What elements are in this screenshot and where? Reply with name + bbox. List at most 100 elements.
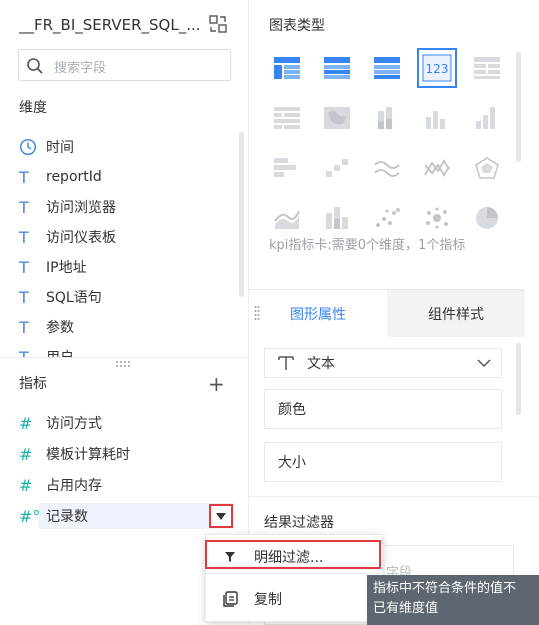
data-panel: __FR_BI_SERVER_SQL_... 搜索字段 维度 时间 T repo… [0,0,248,625]
metric-item[interactable]: # 访问方式 [19,412,102,434]
kpi-card-icon[interactable]: 123 [417,48,457,88]
horizontal-bar-icon[interactable] [267,148,307,188]
chart-type-hint: kpi指标卡:需要0个维度，1个指标 [269,238,466,253]
menu-divider [206,573,384,574]
search-placeholder: 搜索字段 [54,61,107,76]
dimension-label: 时间 [46,140,74,156]
copy-label: 复制 [254,592,282,608]
area-chart-icon[interactable] [267,198,307,238]
text-field-icon: T [19,227,29,247]
property-scrollbar[interactable] [516,343,521,415]
bubble-chart-icon[interactable] [417,198,457,238]
detail-table-icon[interactable] [367,48,407,88]
pie-chart-icon[interactable] [467,198,507,238]
caret-down-icon [216,513,226,520]
tab-component-style[interactable]: 组件样式 [387,290,525,338]
bar-chart-icon[interactable] [417,98,457,138]
scatter-step-icon[interactable] [317,148,357,188]
metric-label: 访问方式 [46,416,102,432]
dimensions-heading: 维度 [19,100,47,116]
field-search-input[interactable]: 搜索字段 [18,49,231,81]
clock-icon [19,136,41,158]
calculated-number-icon: #° [19,506,41,526]
column-chart-icon[interactable] [467,98,507,138]
metric-label: 模板计算耗时 [46,447,130,463]
search-icon [27,58,43,74]
mark-type-select[interactable]: 文本 [264,348,502,378]
dimension-item[interactable]: T reportId [19,166,102,188]
tooltip-line-1: 指标中不符合条件的值不 [373,581,517,596]
line-chart-icon[interactable] [367,148,407,188]
detail-filter-label: 明细过滤... [254,550,324,566]
grouped-table-icon[interactable] [267,98,307,138]
text-table-icon[interactable] [467,48,507,88]
metric-label: 占用内存 [46,478,102,494]
crosstab-chart-icon[interactable] [267,48,307,88]
dimension-item[interactable]: T 参数 [19,316,74,338]
chart-type-scrollbar[interactable] [516,52,521,162]
dimension-label: 访问仪表板 [46,230,116,246]
size-property-label: 大小 [278,455,306,471]
dimension-label: reportId [46,169,102,185]
dimension-label: 访问浏览器 [46,200,116,216]
metrics-heading: 指标 [19,376,47,392]
drag-handle-icon[interactable] [254,305,260,321]
map-chart-icon[interactable] [317,98,357,138]
detail-filter-menu-item[interactable]: 明细过滤... [206,541,384,573]
metric-item[interactable]: #° 记录数 [19,505,88,527]
metric-item[interactable]: # 占用内存 [19,474,102,496]
text-field-icon: T [19,167,29,187]
property-tabs: 图形属性 组件样式 [249,289,525,338]
switch-dataset-icon[interactable] [208,14,228,34]
number-field-icon: # [19,444,33,464]
color-property-label: 颜色 [278,402,306,418]
mark-type-label: 文本 [307,356,335,372]
dimension-label: 用户 [46,347,74,357]
text-field-icon: T [19,347,29,358]
scatter-chart-icon[interactable] [367,198,407,238]
dimension-label: IP地址 [46,260,87,276]
dimension-label: SQL语句 [46,290,102,306]
config-panel: 图表类型 123 kpi指标卡:需要0个维度，1个指标 图形属性 组件样式 文本… [248,0,539,625]
add-metric-icon[interactable]: + [208,372,225,396]
menu-tooltip: 指标中不符合条件的值不 已有维度值 [367,575,539,625]
section-divider [249,496,539,497]
tooltip-line-2: 已有维度值 [373,601,439,616]
radar-chart-icon[interactable] [467,148,507,188]
dimension-scrollbar[interactable] [239,132,244,297]
copy-menu-item[interactable]: 复制 [206,583,384,615]
panel-splitter[interactable] [0,357,248,358]
text-field-icon: T [19,317,29,337]
range-area-icon[interactable] [317,198,357,238]
dimension-list: 时间 T reportId T 访问浏览器 T 访问仪表板 T IP地址 T S… [0,132,236,357]
number-field-icon: # [19,475,33,495]
drag-handle-icon[interactable] [115,360,133,368]
field-dropdown-button[interactable] [209,504,233,528]
dimension-item[interactable]: T 用户 [19,346,74,358]
dimension-item[interactable]: T 访问浏览器 [19,196,116,218]
chart-type-title: 图表类型 [269,18,325,34]
size-property[interactable]: 大小 [264,442,502,482]
group-table-icon[interactable] [317,48,357,88]
result-filter-title: 结果过滤器 [264,515,334,531]
text-field-icon: T [19,257,29,277]
chevron-down-icon [477,359,491,368]
dimension-item[interactable]: T IP地址 [19,256,87,278]
filter-icon [225,552,235,562]
dimension-item[interactable]: 时间 [19,136,74,158]
dimension-item[interactable]: T 访问仪表板 [19,226,116,248]
dimension-item[interactable]: T SQL语句 [19,286,102,308]
dataset-title[interactable]: __FR_BI_SERVER_SQL_... [19,16,209,34]
metric-label: 记录数 [46,509,88,525]
stacked-bar-icon[interactable] [367,98,407,138]
polyline-chart-icon[interactable] [417,148,457,188]
color-property[interactable]: 颜色 [264,389,502,429]
text-mark-icon [278,356,294,370]
kpi-card-label: 123 [426,62,449,76]
tab-graph-properties[interactable]: 图形属性 [249,290,387,338]
text-field-icon: T [19,287,29,307]
metric-item[interactable]: # 模板计算耗时 [19,443,130,465]
field-context-menu: 明细过滤... 复制 [205,534,384,622]
copy-icon [223,591,238,607]
dimension-label: 参数 [46,320,74,336]
